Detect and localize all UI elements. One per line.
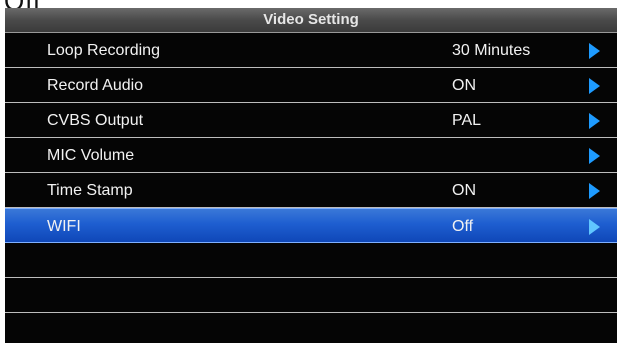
- menu-item-record-audio[interactable]: Record Audio ON: [5, 68, 617, 103]
- menu-item-label: MIC Volume: [47, 147, 135, 164]
- menu-item-label: Record Audio: [47, 77, 144, 94]
- menu-item-mic-volume[interactable]: MIC Volume: [5, 138, 617, 173]
- menu-item-label: Time Stamp: [47, 182, 133, 199]
- settings-menu: Loop Recording 30 Minutes Record Audio O…: [5, 33, 617, 313]
- menu-item-loop-recording[interactable]: Loop Recording 30 Minutes: [5, 33, 617, 68]
- menu-item-value: 30 Minutes: [452, 42, 531, 59]
- menu-item-value: Off: [452, 218, 474, 235]
- chevron-right-icon: [589, 148, 600, 164]
- chevron-right-icon: [589, 43, 600, 59]
- menu-item-value: PAL: [452, 112, 482, 129]
- menu-item-value: ON: [452, 77, 476, 94]
- chevron-right-icon: [589, 78, 600, 94]
- page-title: Video Setting: [5, 8, 617, 33]
- empty-menu-row: [5, 243, 617, 278]
- empty-menu-row: [5, 278, 617, 313]
- menu-item-value: ON: [452, 182, 476, 199]
- chevron-right-icon: [589, 183, 600, 199]
- menu-item-wifi[interactable]: WIFI Off: [5, 208, 617, 243]
- settings-screen: Video Setting Loop Recording 30 Minutes …: [5, 8, 617, 343]
- menu-item-label: CVBS Output: [47, 112, 144, 129]
- chevron-right-icon: [589, 219, 600, 235]
- menu-item-label: WIFI: [47, 218, 81, 235]
- menu-item-label: Loop Recording: [47, 42, 160, 59]
- chevron-right-icon: [589, 113, 600, 129]
- menu-item-time-stamp[interactable]: Time Stamp ON: [5, 173, 617, 208]
- device-screen-photo: Off Video Setting Loop Recording 30 Minu…: [0, 0, 619, 343]
- menu-item-cvbs-output[interactable]: CVBS Output PAL: [5, 103, 617, 138]
